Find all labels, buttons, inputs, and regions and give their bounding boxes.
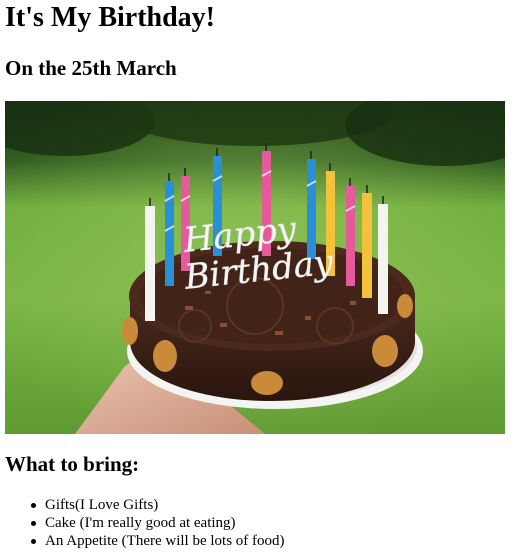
list-item: Cake (I'm really good at eating) [31, 514, 285, 532]
list-item: An Appetite (There will be lots of food) [31, 532, 285, 550]
page-title: It's My Birthday! [5, 2, 215, 33]
list-item-label: Gifts(I Love Gifts) [45, 497, 159, 513]
bring-list: Gifts(I Love Gifts) Cake (I'm really goo… [5, 496, 285, 550]
bullet-icon [31, 539, 36, 544]
bullet-icon [31, 503, 36, 508]
bring-heading: What to bring: [5, 452, 140, 476]
list-item: Gifts(I Love Gifts) [31, 496, 285, 514]
list-item-label: An Appetite (There will be lots of food) [45, 533, 285, 549]
birthday-cake-image: Happy Birthday [5, 101, 505, 434]
list-item-label: Cake (I'm really good at eating) [45, 515, 236, 531]
date-heading: On the 25th March [5, 56, 177, 80]
bullet-icon [31, 521, 36, 526]
